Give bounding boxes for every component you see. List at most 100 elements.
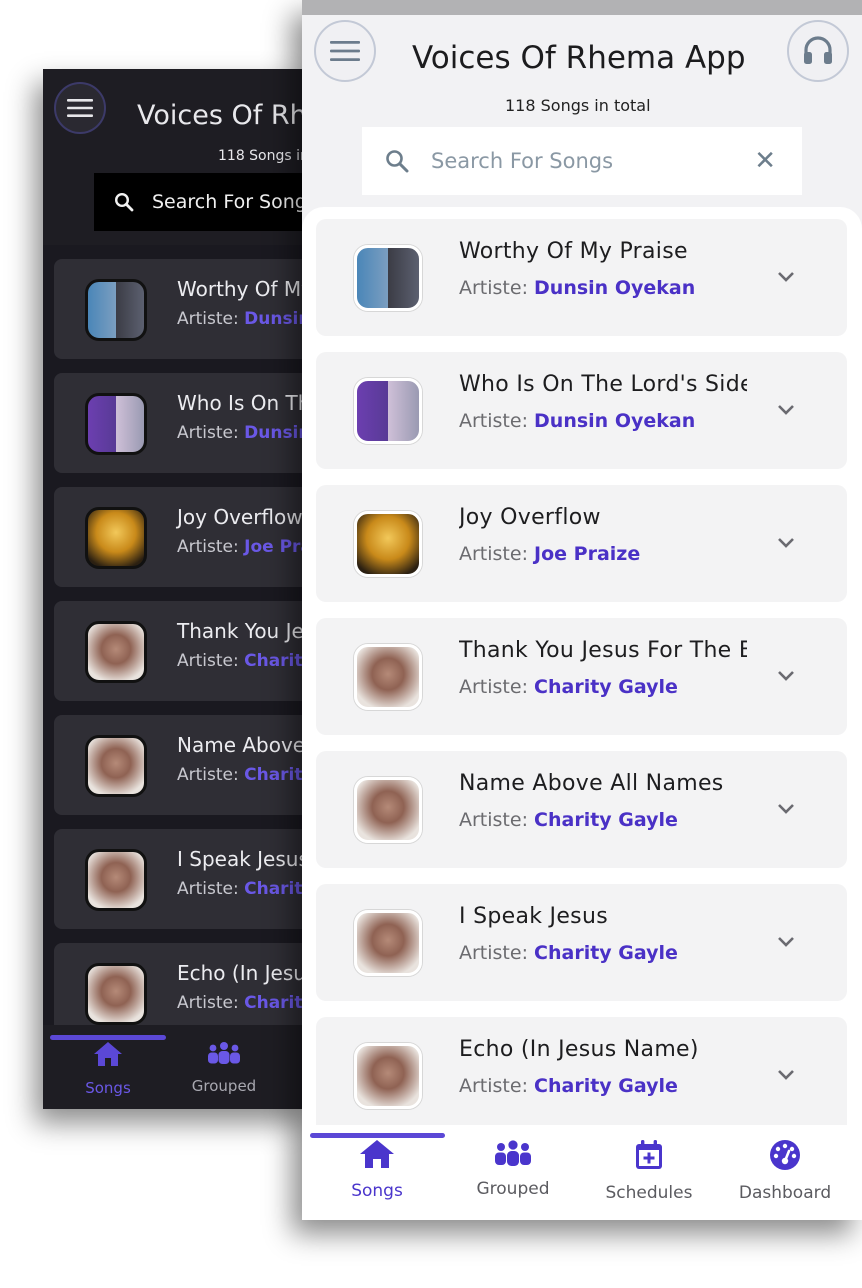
app-title: Voices Of Rhema App	[412, 40, 746, 76]
calendar-add-icon	[636, 1140, 662, 1169]
dark-phone-screen: Voices Of Rhema App 118 Songs in total S…	[43, 69, 313, 1109]
song-card[interactable]: Who Is On The Lord's Side Artiste: Dunsi…	[54, 373, 313, 473]
song-count: 118 Songs in total	[505, 96, 651, 115]
menu-button[interactable]	[54, 82, 106, 134]
status-bar	[302, 0, 862, 15]
song-artist: Artiste: Charity Gayle	[459, 809, 678, 831]
song-artwork	[354, 511, 422, 577]
song-title: Thank You Jesus For The Blood	[177, 619, 313, 643]
song-artwork	[354, 777, 422, 843]
song-card[interactable]: Thank You Jesus For The Blood Artiste: C…	[54, 601, 313, 701]
nav-grouped[interactable]: Grouped	[166, 1041, 282, 1095]
song-artist: Artiste: Dunsin Oyekan	[459, 277, 696, 299]
menu-button[interactable]	[314, 20, 376, 82]
song-card[interactable]: Who Is On The Lord's Side Artiste: Dunsi…	[316, 352, 847, 469]
song-card[interactable]: Joy Overflow Artiste: Joe Praize	[316, 485, 847, 602]
chevron-down-icon[interactable]	[776, 1067, 796, 1081]
song-card[interactable]: Name Above All Names Artiste: Charity Ga…	[316, 751, 847, 868]
nav-schedules[interactable]: Schedules	[579, 1139, 719, 1203]
chevron-down-icon[interactable]	[776, 801, 796, 815]
song-artist: Artiste: Charity Gayle	[177, 879, 313, 899]
song-title: Worthy Of My Praise	[177, 277, 313, 301]
song-artist: Artiste: Charity Gayle	[177, 993, 313, 1013]
song-list: Worthy Of My Praise Artiste: Dunsin Oyek…	[302, 207, 862, 1125]
song-card[interactable]: Thank You Jesus For The Blood Artiste: C…	[316, 618, 847, 735]
song-artwork	[354, 1043, 422, 1109]
song-artwork	[354, 644, 422, 710]
home-icon	[94, 1042, 122, 1066]
audio-button[interactable]	[787, 20, 849, 82]
song-card[interactable]: Worthy Of My Praise Artiste: Dunsin Oyek…	[316, 219, 847, 336]
song-title: Echo (In Jesus Name)	[177, 961, 313, 985]
song-artwork	[354, 245, 422, 311]
song-title: I Speak Jesus	[177, 847, 309, 871]
bottom-nav: Songs Grouped Schedules Dashboard	[302, 1125, 862, 1220]
group-icon	[495, 1140, 531, 1166]
song-title: Joy Overflow	[459, 505, 601, 530]
song-card[interactable]: I Speak Jesus Artiste: Charity Gayle	[316, 884, 847, 1001]
search-icon	[114, 192, 134, 212]
hamburger-icon	[330, 41, 360, 61]
nav-songs[interactable]: Songs	[50, 1041, 166, 1097]
song-artist: Artiste: Dunsin Oyekan	[177, 423, 313, 443]
chevron-down-icon[interactable]	[776, 668, 796, 682]
song-card[interactable]: I Speak Jesus Artiste: Charity Gayle	[54, 829, 313, 929]
chevron-down-icon[interactable]	[776, 934, 796, 948]
bottom-nav: Songs Grouped	[43, 1025, 313, 1109]
song-card[interactable]: Joy Overflow Artiste: Joe Praize	[54, 487, 313, 587]
song-artwork	[85, 621, 147, 683]
group-icon	[208, 1042, 240, 1064]
song-title: Joy Overflow	[177, 505, 303, 529]
song-title: Who Is On The Lord's Side	[459, 372, 747, 397]
song-card[interactable]: Worthy Of My Praise Artiste: Dunsin Oyek…	[54, 259, 313, 359]
search-input[interactable]: Search For Songs	[431, 149, 754, 173]
song-artist: Artiste: Charity Gayle	[177, 765, 313, 785]
song-list: Worthy Of My Praise Artiste: Dunsin Oyek…	[43, 245, 313, 1025]
song-card[interactable]: Echo (In Jesus Name) Artiste: Charity Ga…	[54, 943, 313, 1025]
app-title: Voices Of Rhema App	[137, 100, 313, 131]
dashboard-icon	[770, 1140, 800, 1170]
hamburger-icon	[67, 99, 93, 117]
nav-dashboard[interactable]: Dashboard	[715, 1139, 855, 1203]
song-title: Name Above All Names	[459, 771, 724, 796]
song-card[interactable]: Echo (In Jesus Name) Artiste: Charity Ga…	[316, 1017, 847, 1125]
search-bar[interactable]: Search For Songs ✕	[362, 127, 802, 195]
song-artist: Artiste: Charity Gayle	[459, 1075, 678, 1097]
song-artist: Artiste: Dunsin Oyekan	[177, 309, 313, 329]
chevron-down-icon[interactable]	[776, 535, 796, 549]
song-artwork	[85, 735, 147, 797]
song-artist: Artiste: Charity Gayle	[177, 651, 313, 671]
song-title: Worthy Of My Praise	[459, 239, 688, 264]
song-artwork	[85, 279, 147, 341]
home-icon	[360, 1140, 394, 1168]
nav-grouped[interactable]: Grouped	[443, 1139, 583, 1199]
search-placeholder: Search For Songs	[152, 191, 313, 213]
search-bar[interactable]: Search For Songs	[94, 173, 313, 231]
nav-songs[interactable]: Songs	[307, 1139, 447, 1201]
song-artist: Artiste: Charity Gayle	[459, 676, 678, 698]
song-artwork	[354, 910, 422, 976]
chevron-down-icon[interactable]	[776, 269, 796, 283]
song-card[interactable]: Name Above All Names Artiste: Charity Ga…	[54, 715, 313, 815]
search-icon	[386, 150, 409, 173]
song-title: I Speak Jesus	[459, 904, 608, 929]
song-count: 118 Songs in total	[218, 148, 313, 164]
active-tab-indicator	[50, 1035, 166, 1040]
song-artist: Artiste: Joe Praize	[177, 537, 313, 557]
song-artist: Artiste: Dunsin Oyekan	[459, 410, 696, 432]
song-title: Name Above All Names	[177, 733, 313, 757]
song-artist: Artiste: Joe Praize	[459, 543, 641, 565]
song-title: Who Is On The Lord's Side	[177, 391, 313, 415]
headphones-icon	[804, 36, 832, 64]
light-phone-screen: Voices Of Rhema App 118 Songs in total S…	[302, 0, 862, 1220]
song-artist: Artiste: Charity Gayle	[459, 942, 678, 964]
clear-search-icon[interactable]: ✕	[754, 148, 776, 174]
chevron-down-icon[interactable]	[776, 402, 796, 416]
song-artwork	[85, 849, 147, 911]
song-artwork	[85, 507, 147, 569]
active-tab-indicator	[310, 1133, 445, 1138]
song-artwork	[85, 393, 147, 455]
song-artwork	[85, 963, 147, 1025]
song-title: Thank You Jesus For The Blood	[459, 638, 747, 663]
song-artwork	[354, 378, 422, 444]
